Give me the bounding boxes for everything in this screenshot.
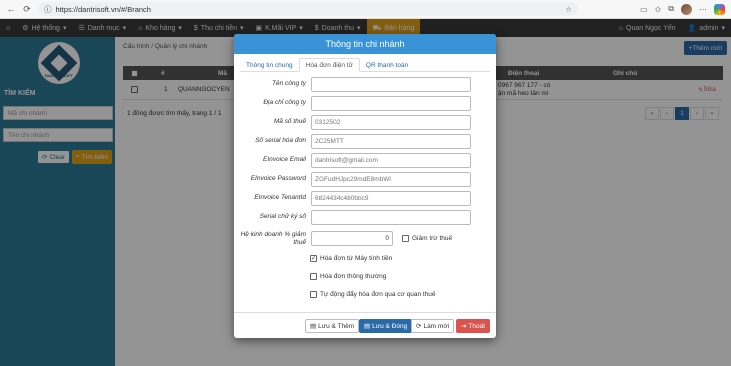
regular-invoice-box[interactable] xyxy=(310,273,317,280)
refresh-icon: ⟳ xyxy=(416,323,422,330)
einvoice-email-row: EInvoice Email dantrisoft@gmail.com xyxy=(234,153,496,169)
tax-code-row: Mã số thuế 0312502 xyxy=(234,115,496,131)
signature-serial-input[interactable] xyxy=(311,210,471,225)
company-address-row: Địa chỉ công ty xyxy=(234,96,496,112)
favorites-icon[interactable]: ✩ xyxy=(655,5,662,14)
more-icon[interactable]: ⋯ xyxy=(699,5,707,14)
auto-push-checkbox[interactable]: Tự động đẩy hóa đơn qua cơ quan thuế xyxy=(310,291,436,298)
address-bar[interactable]: ⓘ https://dantrisoft.vn/#/Branch ☆ xyxy=(38,2,578,16)
exit-icon: ⇥ xyxy=(461,323,467,330)
auto-push-box[interactable] xyxy=(310,291,317,298)
copilot-icon[interactable] xyxy=(714,3,725,15)
profile-avatar[interactable] xyxy=(681,3,692,15)
modal-footer: ▤ Lưu & Thêm ▤ Lưu & Đóng ⟳ Làm mới ⇥ Thoát xyxy=(234,312,496,338)
back-icon[interactable]: ← xyxy=(6,4,16,14)
site-info-icon[interactable]: ⓘ xyxy=(44,4,52,15)
collections-icon[interactable]: ⧉ xyxy=(668,4,674,14)
split-screen-icon[interactable]: ▭ xyxy=(640,5,648,14)
einvoice-password-input[interactable]: ZGFudHJpc29mdE8mbWl xyxy=(311,172,471,187)
modal-title: Thông tin chi nhánh xyxy=(234,34,496,54)
einvoice-email-input[interactable]: dantrisoft@gmail.com xyxy=(311,153,471,168)
cash-register-checkbox[interactable]: ✓ Hóa đơn từ Máy tính tiền xyxy=(310,255,392,262)
einvoice-tenant-row: EInvoice TenantId 6824434c480bbc9 xyxy=(234,191,496,207)
tab-einvoice[interactable]: Hóa đơn điện tử xyxy=(298,58,360,72)
save-icon: ▤ xyxy=(310,323,317,330)
url-text: https://dantrisoft.vn/#/Branch xyxy=(55,4,151,14)
company-name-input[interactable] xyxy=(311,77,471,92)
modal-tabs: Thông tin chung Hóa đơn điện tử QR thanh… xyxy=(240,58,490,72)
cash-register-box[interactable]: ✓ xyxy=(310,255,317,262)
tax-reduction-checkbox[interactable]: Giảm trừ thuế xyxy=(402,235,452,242)
branch-info-modal: Thông tin chi nhánh Thông tin chung Hóa … xyxy=(234,34,496,338)
invoice-serial-input[interactable]: 2C25MTT xyxy=(311,134,471,149)
tax-reduction-box[interactable] xyxy=(402,235,409,242)
tax-code-input[interactable]: 0312502 xyxy=(311,115,471,130)
tax-rate-row: Hệ kinh doanh % giảm thuế 0 Giảm trừ thu… xyxy=(240,231,453,246)
browser-toolbar: ← ⟳ ⓘ https://dantrisoft.vn/#/Branch ☆ ▭… xyxy=(0,0,731,19)
star-icon[interactable]: ☆ xyxy=(565,5,572,14)
company-name-row: Tên công ty xyxy=(234,77,496,93)
einvoice-tenant-input[interactable]: 6824434c480bbc9 xyxy=(311,191,471,206)
serial-row: Số serial hóa đơn 2C25MTT xyxy=(234,134,496,150)
tax-rate-input[interactable]: 0 xyxy=(311,231,393,246)
reset-button[interactable]: ⟳ Làm mới xyxy=(411,319,455,333)
reload-icon[interactable]: ⟳ xyxy=(22,4,32,14)
save-close-button[interactable]: ▤ Lưu & Đóng xyxy=(359,319,413,333)
save-add-button[interactable]: ▤ Lưu & Thêm xyxy=(305,319,360,333)
signature-serial-row: Serial chữ ký số xyxy=(234,210,496,226)
tab-general[interactable]: Thông tin chung xyxy=(240,58,299,72)
tab-qr-payment[interactable]: QR thanh toán xyxy=(360,58,414,72)
save-icon: ▤ xyxy=(364,323,371,330)
einvoice-password-row: EInvoice Password ZGFudHJpc29mdE8mbWl xyxy=(234,172,496,188)
exit-button[interactable]: ⇥ Thoát xyxy=(456,319,491,333)
regular-invoice-checkbox[interactable]: Hóa đơn thông thường xyxy=(310,273,386,280)
company-address-input[interactable] xyxy=(311,96,471,111)
